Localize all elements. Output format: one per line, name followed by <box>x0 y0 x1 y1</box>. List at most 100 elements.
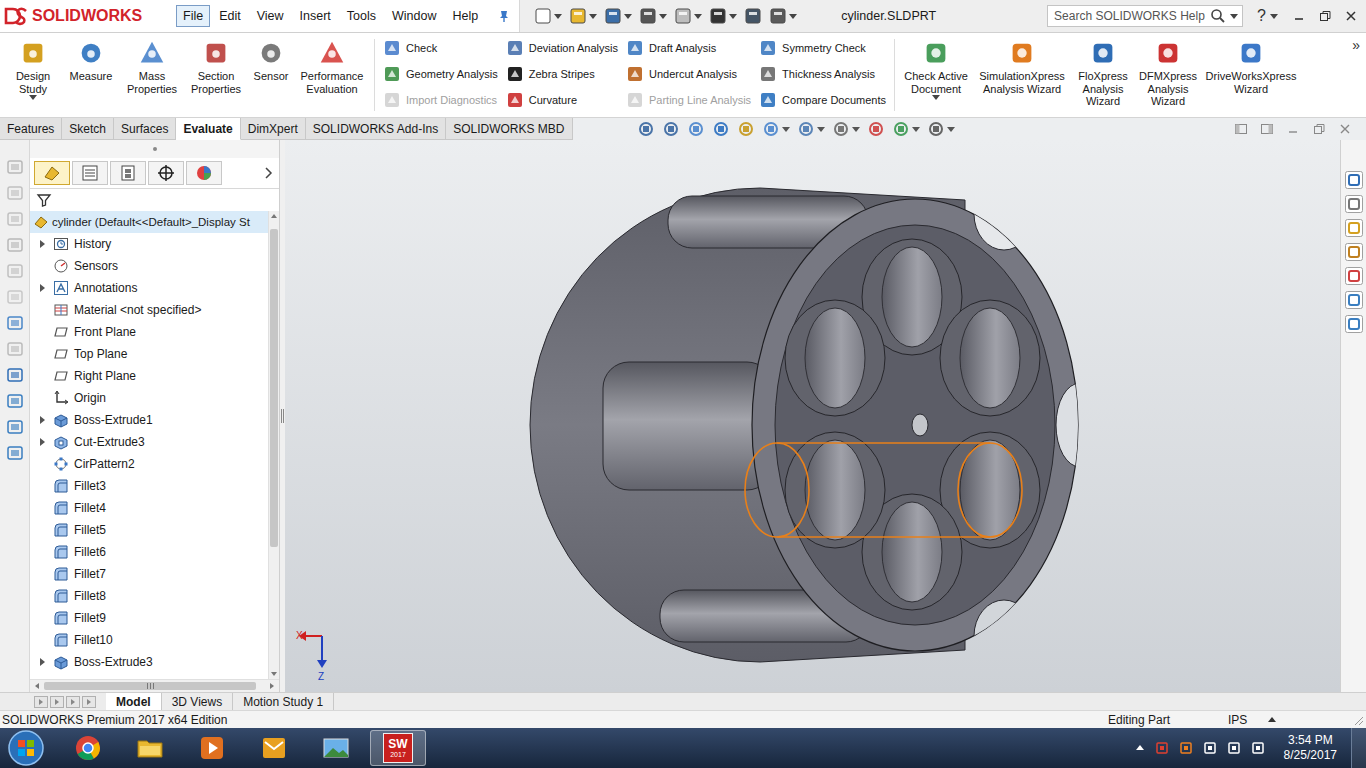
tree-item[interactable]: Fillet5 <box>30 519 268 541</box>
menu-item[interactable]: Insert <box>293 5 338 27</box>
tab-nav-icon[interactable] <box>82 696 96 708</box>
tool-icon[interactable] <box>6 210 24 228</box>
task-pane-icon[interactable] <box>1344 290 1364 310</box>
scroll-right-icon[interactable] <box>267 681 277 691</box>
cylinder-model[interactable]: XZ <box>285 140 1340 692</box>
taskbar-app[interactable] <box>122 730 178 766</box>
ribbon-button[interactable]: Mass Properties <box>120 33 184 117</box>
ribbon-button[interactable]: Draft Analysis <box>626 37 751 59</box>
ribbon-button[interactable]: FloXpress Analysis Wizard <box>1071 33 1135 117</box>
tool-icon[interactable] <box>6 184 24 202</box>
ribbon-button[interactable]: Section Properties <box>184 33 248 117</box>
view-button[interactable] <box>687 120 705 138</box>
view-button[interactable] <box>662 120 680 138</box>
view-button[interactable] <box>712 120 730 138</box>
ribbon-button[interactable]: Check <box>383 37 498 59</box>
scroll-thumb[interactable] <box>44 682 256 690</box>
menu-item[interactable]: Tools <box>340 5 383 27</box>
expand-arrow[interactable] <box>38 239 48 249</box>
view-button[interactable] <box>737 120 755 138</box>
tree-item[interactable]: Fillet7 <box>30 563 268 585</box>
expand-arrow[interactable] <box>38 437 48 447</box>
command-tab[interactable]: Surfaces <box>114 118 176 139</box>
toolbar-button[interactable] <box>769 7 797 25</box>
chamber[interactable] <box>960 308 1020 408</box>
task-pane-icon[interactable] <box>1344 170 1364 190</box>
tool-icon[interactable] <box>6 444 24 462</box>
tool-icon[interactable] <box>6 340 24 358</box>
tray-icon[interactable] <box>1250 740 1266 756</box>
tree-item[interactable]: Annotations <box>30 277 268 299</box>
horizontal-scrollbar[interactable] <box>30 679 279 692</box>
expand-arrow[interactable] <box>38 657 48 667</box>
chamber[interactable] <box>805 308 865 408</box>
expand-arrow[interactable] <box>38 415 48 425</box>
ribbon-button[interactable]: Zebra Stripes <box>506 63 618 85</box>
tree-item[interactable]: Origin <box>30 387 268 409</box>
ribbon-button[interactable]: Sensor <box>248 33 294 117</box>
tree-item[interactable]: Top Plane <box>30 343 268 365</box>
menu-item[interactable]: Help <box>446 5 486 27</box>
dropdown-caret-icon[interactable] <box>29 95 37 100</box>
tree-item[interactable]: Fillet9 <box>30 607 268 629</box>
close-icon[interactable] <box>1338 122 1352 136</box>
taskbar-app[interactable] <box>184 730 240 766</box>
tree-item[interactable]: CirPattern2 <box>30 453 268 475</box>
scroll-up-icon[interactable] <box>269 211 279 221</box>
chamber-rim[interactable] <box>940 300 1040 416</box>
task-pane-icon[interactable] <box>1344 266 1364 286</box>
menu-item[interactable]: File <box>176 5 210 27</box>
tab-nav-icon[interactable] <box>34 696 48 708</box>
front-face[interactable] <box>752 199 1078 651</box>
ribbon-button[interactable]: Performance Evaluation <box>294 33 370 117</box>
tree-item[interactable]: Fillet3 <box>30 475 268 497</box>
scroll-thumb[interactable] <box>270 229 278 547</box>
tool-icon[interactable] <box>6 366 24 384</box>
view-button[interactable] <box>797 120 825 138</box>
chamber[interactable] <box>882 247 942 347</box>
search-box[interactable]: Search SOLIDWORKS Help <box>1047 5 1243 27</box>
taskbar-app[interactable] <box>308 730 364 766</box>
tile-left-icon[interactable] <box>1234 122 1248 136</box>
model-tab[interactable]: Model <box>106 693 162 710</box>
tree-item[interactable]: Fillet6 <box>30 541 268 563</box>
tool-icon[interactable] <box>6 236 24 254</box>
chamber-rim[interactable] <box>785 432 885 548</box>
ribbon-button[interactable]: Check Active Document <box>899 33 973 117</box>
more-button[interactable]: » <box>1350 33 1366 117</box>
dropdown-caret-icon[interactable] <box>932 95 940 100</box>
tray-icon[interactable] <box>1178 740 1194 756</box>
toolbar-button[interactable] <box>674 7 702 25</box>
ribbon-button[interactable]: Geometry Analysis <box>383 63 498 85</box>
menu-item[interactable]: Window <box>385 5 443 27</box>
panel-tab[interactable] <box>72 161 108 185</box>
resize-grip-icon[interactable] <box>1352 714 1364 726</box>
ribbon-button[interactable]: Curvature <box>506 89 618 111</box>
ribbon-button[interactable]: SimulationXpress Analysis Wizard <box>973 33 1071 117</box>
command-tab[interactable]: Evaluate <box>176 118 240 140</box>
toolbar-button[interactable] <box>709 7 737 25</box>
ribbon-button[interactable]: Undercut Analysis <box>626 63 751 85</box>
tool-icon[interactable] <box>6 158 24 176</box>
tree-item[interactable]: Boss-Extrude3 <box>30 651 268 673</box>
scroll-left-icon[interactable] <box>32 681 42 691</box>
view-button[interactable] <box>867 120 885 138</box>
command-tab[interactable]: SOLIDWORKS MBD <box>446 118 572 139</box>
toolbar-button[interactable] <box>604 7 632 25</box>
unit-system[interactable]: IPS <box>1228 713 1268 727</box>
tray-icon[interactable] <box>1226 740 1242 756</box>
tree-root[interactable]: cylinder (Default<<Default>_Display St <box>30 211 268 233</box>
view-button[interactable] <box>762 120 790 138</box>
tree-item[interactable]: Fillet10 <box>30 629 268 651</box>
solidworks-logo[interactable]: SOLIDWORKS <box>0 0 170 32</box>
model-tab[interactable]: Motion Study 1 <box>233 693 334 710</box>
tool-icon[interactable] <box>6 314 24 332</box>
task-pane-icon[interactable] <box>1344 218 1364 238</box>
view-button[interactable] <box>637 120 655 138</box>
tree-item[interactable]: Fillet4 <box>30 497 268 519</box>
vertical-scrollbar[interactable] <box>268 211 279 679</box>
dropdown-caret-icon[interactable] <box>1230 14 1238 19</box>
units-caret-icon[interactable] <box>1268 717 1276 722</box>
ribbon-button[interactable]: Import Diagnostics <box>383 89 498 111</box>
panel-handle[interactable] <box>30 140 279 158</box>
